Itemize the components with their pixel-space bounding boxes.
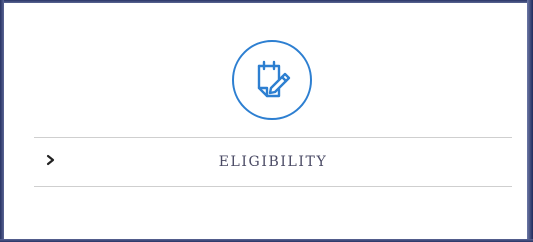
- notepad-pencil-icon[interactable]: [232, 40, 312, 120]
- frame-edge-top: [0, 0, 533, 3]
- window-frame: [0, 0, 533, 242]
- frame-edge-left: [0, 0, 4, 242]
- frame-edge-right: [527, 0, 533, 242]
- accordion-item-label: ELIGIBILITY: [218, 154, 328, 170]
- divider-bottom: [34, 186, 512, 187]
- accordion-item-eligibility[interactable]: ELIGIBILITY: [34, 138, 512, 186]
